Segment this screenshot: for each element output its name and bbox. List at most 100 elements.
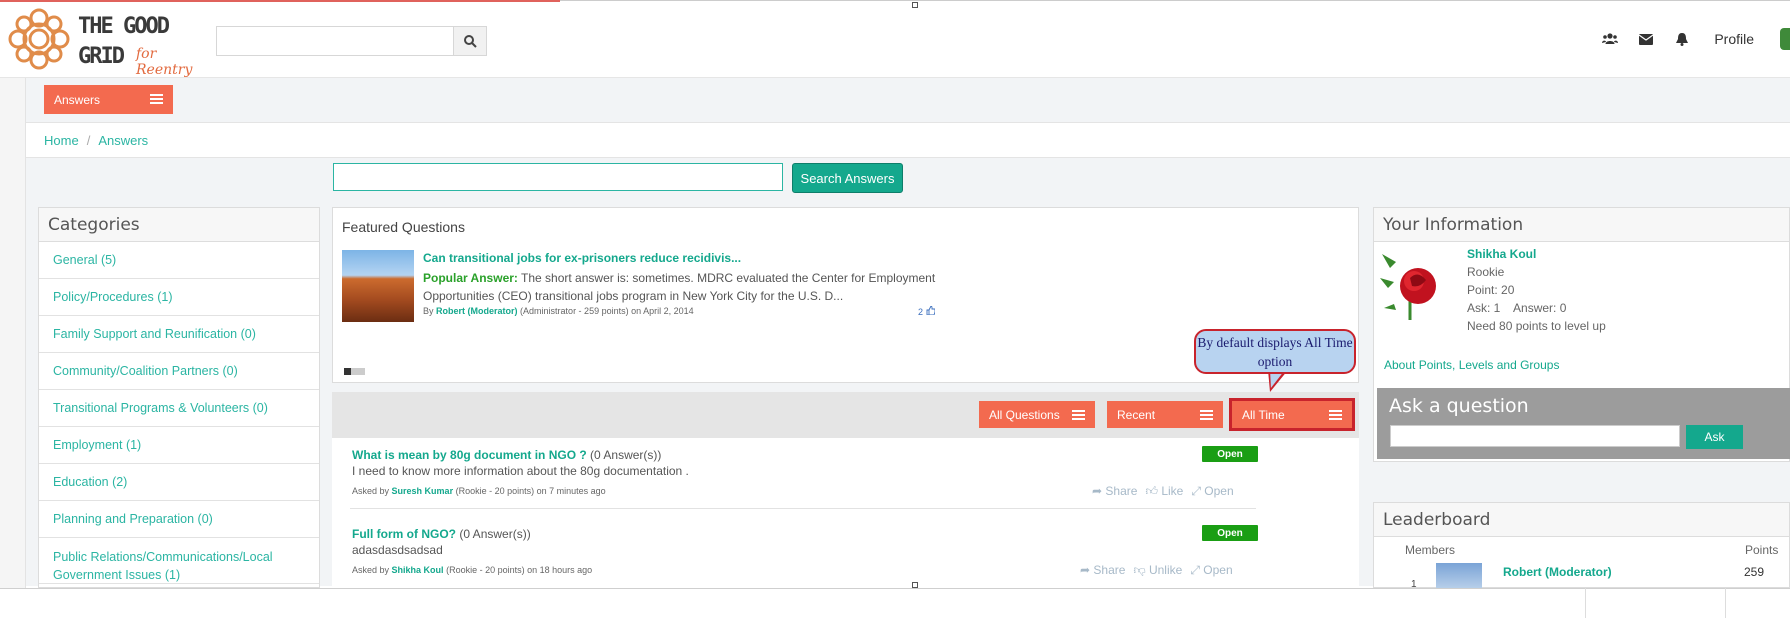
question-title-text[interactable]: What is mean by 80g document in NGO ? bbox=[352, 448, 587, 462]
all-questions-filter[interactable]: All Questions bbox=[979, 401, 1095, 428]
bell-icon[interactable] bbox=[1664, 28, 1700, 50]
category-item[interactable]: Public Relations/Communications/Local Go… bbox=[39, 538, 319, 584]
featured-meta: By Robert (Moderator) (Administrator - 2… bbox=[423, 306, 694, 316]
bottom-band bbox=[0, 588, 1790, 618]
question-meta-text: (Rookie - 20 points) on 7 minutes ago bbox=[455, 486, 606, 496]
thumbs-down-icon: 👎︎ bbox=[1133, 563, 1146, 577]
logo-flower-icon bbox=[8, 8, 70, 70]
open-button[interactable]: ⤢ Open bbox=[1191, 484, 1233, 499]
share-label: Share bbox=[1093, 563, 1126, 577]
menu-icon bbox=[150, 94, 163, 105]
breadcrumb-answers[interactable]: Answers bbox=[98, 133, 148, 148]
menu-icon bbox=[1329, 410, 1342, 421]
asked-by-label: Asked by bbox=[352, 486, 390, 496]
answers-menu-button[interactable]: Answers bbox=[44, 85, 173, 114]
question-title[interactable]: Full form of NGO? (0 Answer(s)) bbox=[352, 527, 1252, 541]
left-edge-bar bbox=[0, 78, 26, 588]
question-actions: ➦ Share 👎︎ Unlike ⤢ Open bbox=[1080, 563, 1233, 578]
filter-label: All Questions bbox=[989, 407, 1060, 422]
thumbs-up-icon: 👍︎ bbox=[1145, 484, 1158, 498]
user-ask-answer: Ask: 1 Answer: 0 bbox=[1467, 301, 1567, 315]
envelope-icon[interactable] bbox=[1628, 28, 1664, 50]
open-label: Open bbox=[1204, 484, 1234, 498]
category-item[interactable]: Planning and Preparation (0) bbox=[39, 501, 319, 538]
answer-count: (0 Answer(s)) bbox=[590, 448, 662, 462]
open-button[interactable]: ⤢ Open bbox=[1190, 563, 1232, 578]
site-search-input[interactable] bbox=[216, 26, 454, 56]
author-link[interactable]: Suresh Kumar bbox=[392, 486, 454, 496]
site-logo[interactable]: THE GOOD GRID for Reentry bbox=[6, 6, 206, 78]
user-name-link[interactable]: Shikha Koul bbox=[1467, 247, 1536, 261]
breadcrumb-home[interactable]: Home bbox=[44, 133, 79, 148]
user-level-progress: Need 80 points to level up bbox=[1467, 319, 1606, 333]
featured-title: Featured Questions bbox=[342, 219, 465, 235]
meta-date: on April 2, 2014 bbox=[631, 306, 694, 316]
list-divider bbox=[350, 508, 1256, 509]
category-item[interactable]: General (5) bbox=[39, 242, 319, 279]
filter-label: Recent bbox=[1117, 407, 1156, 422]
share-button[interactable]: ➦ Share bbox=[1092, 484, 1137, 499]
carousel-dot[interactable] bbox=[358, 368, 365, 375]
leader-avatar[interactable] bbox=[1436, 563, 1482, 589]
resize-handle[interactable] bbox=[912, 582, 918, 588]
featured-votes[interactable]: 2 bbox=[918, 305, 935, 317]
open-label: Open bbox=[1203, 563, 1233, 577]
featured-question-link[interactable]: Can transitional jobs for ex-prisoners r… bbox=[423, 251, 741, 265]
categories-title: Categories bbox=[39, 208, 319, 242]
questions-list: What is mean by 80g document in NGO ? (0… bbox=[332, 438, 1359, 588]
user-rank: Rookie bbox=[1467, 265, 1505, 279]
category-item[interactable]: Family Support and Reunification (0) bbox=[39, 316, 319, 353]
profile-link[interactable]: Profile bbox=[1714, 31, 1754, 47]
grid-line bbox=[1725, 588, 1726, 618]
site-search-button[interactable] bbox=[453, 26, 487, 56]
featured-author-link[interactable]: Robert (Moderator) bbox=[436, 306, 518, 316]
your-information-title: Your Information bbox=[1374, 208, 1789, 242]
share-button[interactable]: ➦ Share bbox=[1080, 563, 1125, 578]
category-item[interactable]: Policy/Procedures (1) bbox=[39, 279, 319, 316]
leader-name-link[interactable]: Robert (Moderator) bbox=[1503, 565, 1612, 579]
time-range-filter[interactable]: All Time bbox=[1229, 398, 1355, 431]
header-icons: Profile bbox=[1592, 28, 1790, 50]
search-icon bbox=[463, 34, 477, 48]
ask-button[interactable]: Ask bbox=[1686, 425, 1743, 449]
share-icon: ➦ bbox=[1092, 484, 1103, 498]
category-item[interactable]: Education (2) bbox=[39, 464, 319, 501]
category-item[interactable]: Community/Coalition Partners (0) bbox=[39, 353, 319, 390]
about-points-link[interactable]: About Points, Levels and Groups bbox=[1384, 358, 1559, 372]
user-points: Point: 20 bbox=[1467, 283, 1515, 297]
answer-count: (0 Answer(s)) bbox=[459, 527, 531, 541]
unlike-label: Unlike bbox=[1148, 563, 1183, 577]
question-title[interactable]: What is mean by 80g document in NGO ? (0… bbox=[352, 448, 1252, 462]
users-icon[interactable] bbox=[1592, 28, 1628, 50]
featured-thumbnail[interactable] bbox=[342, 250, 414, 322]
thumbs-up-icon bbox=[926, 305, 935, 316]
featured-answer: Popular Answer: The short answer is: som… bbox=[423, 269, 943, 305]
sort-recent-filter[interactable]: Recent bbox=[1107, 401, 1223, 428]
profile-avatar[interactable] bbox=[1780, 28, 1790, 50]
status-badge: Open bbox=[1202, 525, 1258, 541]
carousel-dot[interactable] bbox=[351, 368, 358, 375]
like-label: Like bbox=[1161, 484, 1184, 498]
search-answers-button[interactable]: Search Answers bbox=[792, 163, 903, 193]
category-item[interactable]: Transitional Programs & Volunteers (0) bbox=[39, 390, 319, 427]
carousel-dots[interactable] bbox=[344, 368, 365, 375]
annotation-callout: By default displays All Time option bbox=[1194, 329, 1356, 374]
share-label: Share bbox=[1105, 484, 1138, 498]
members-column-header: Members bbox=[1405, 543, 1456, 557]
popular-answer-label: Popular Answer: bbox=[423, 271, 518, 285]
user-avatar[interactable] bbox=[1380, 248, 1446, 320]
unlike-button[interactable]: 👎︎ Unlike bbox=[1133, 563, 1182, 578]
categories-panel: Categories General (5) Policy/Procedures… bbox=[38, 207, 320, 588]
asked-by-label: Asked by bbox=[352, 565, 390, 575]
carousel-dot-active[interactable] bbox=[344, 368, 351, 375]
resize-handle[interactable] bbox=[912, 2, 918, 8]
answers-menu-label: Answers bbox=[54, 92, 101, 107]
question-title-text[interactable]: Full form of NGO? bbox=[352, 527, 456, 541]
category-item[interactable]: Employment (1) bbox=[39, 427, 319, 464]
ask-question-input[interactable] bbox=[1390, 425, 1680, 447]
like-button[interactable]: 👍︎ Like bbox=[1145, 484, 1183, 499]
filter-label: All Time bbox=[1242, 407, 1285, 422]
answers-search-input[interactable] bbox=[333, 163, 783, 191]
author-link[interactable]: Shikha Koul bbox=[392, 565, 444, 575]
logo-line1: THE GOOD bbox=[78, 14, 170, 39]
